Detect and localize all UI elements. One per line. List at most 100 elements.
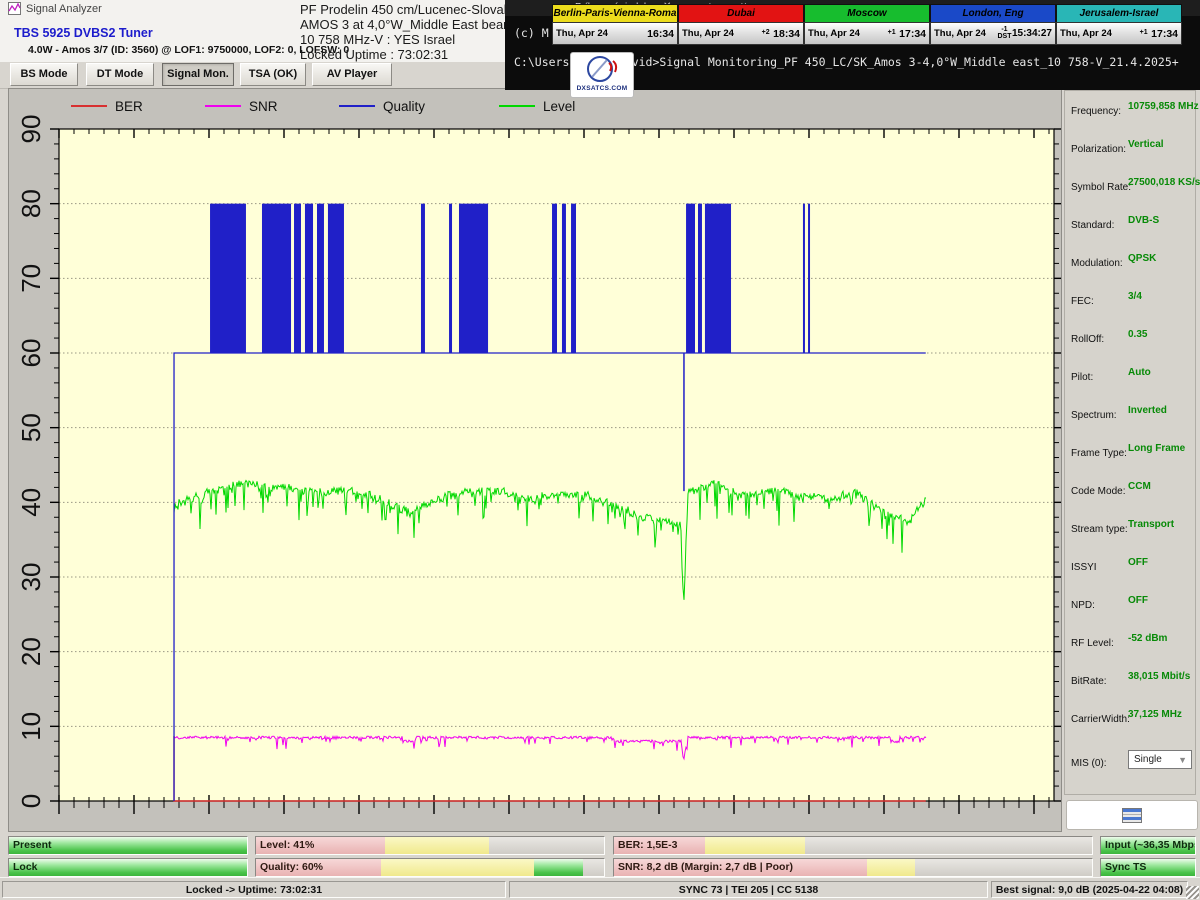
clock-city-label: Dubai [678, 4, 804, 23]
clock-moscow: Moscow Thu, Apr 24 +1 17:34 [804, 4, 930, 45]
param-label: RollOff: [1071, 334, 1104, 345]
clock-city-label: Jerusalem-Israel [1056, 4, 1182, 23]
param-label: BitRate: [1071, 676, 1107, 687]
terminal-copyright-line: (c) M [514, 26, 549, 40]
resize-grip-icon[interactable] [1186, 886, 1199, 899]
quality-high-block [686, 204, 695, 353]
svg-text:40: 40 [16, 488, 46, 517]
param-value: DVB-S [1128, 215, 1159, 226]
param-value: OFF [1128, 595, 1148, 606]
quality-high-block [459, 204, 488, 353]
quality-meter: Quality: 60% [255, 858, 605, 877]
quality-high-block [317, 204, 324, 353]
input-rate-indicator: Input (~36,35 Mbps) [1100, 836, 1196, 855]
panel-action-button[interactable] [1066, 800, 1198, 830]
param-label: Symbol Rate: [1071, 182, 1131, 193]
svg-text:50: 50 [16, 413, 46, 442]
feed-line: 10 758 MHz-V : YES Israel [300, 32, 505, 47]
meter-label: Level: 41% [260, 839, 314, 851]
feed-line: Locked Uptime : 73:02:31 [300, 47, 505, 62]
param-value: Long Frame [1128, 443, 1185, 454]
parameters-panel: Frequency:10759,858 MHz Polarization:Ver… [1064, 90, 1196, 795]
app-icon [8, 2, 21, 15]
clock-offset [632, 30, 647, 37]
param-label: Modulation: [1071, 258, 1123, 269]
svg-text:80: 80 [16, 189, 46, 218]
quality-high-block [294, 204, 301, 353]
meter-label: Quality: 60% [260, 861, 323, 873]
param-value: CCM [1128, 481, 1151, 492]
svg-text:Quality: Quality [383, 99, 425, 114]
tab-dt-mode[interactable]: DT Mode [86, 63, 154, 86]
param-value: QPSK [1128, 253, 1156, 264]
param-label: Stream type: [1071, 524, 1128, 535]
sync-ts-indicator: Sync TS [1100, 858, 1196, 877]
quality-high-block [305, 204, 313, 353]
clock-date: Thu, Apr 24 [553, 28, 608, 39]
param-label: Spectrum: [1071, 410, 1117, 421]
clock-time: 17:34 [1151, 28, 1181, 40]
clock-offset: -1DST [997, 27, 1012, 40]
clock-time: 17:34 [899, 28, 929, 40]
lock-indicator: Lock [8, 858, 248, 877]
clock-city-label: London, Eng [930, 4, 1056, 23]
quality-high-block [210, 204, 246, 353]
quality-high-block [421, 204, 425, 353]
param-label: NPD: [1071, 600, 1095, 611]
meter-label: Lock [13, 861, 38, 873]
app-top-strip: Signal Analyzer TBS 5925 DVBS2 Tuner 4.0… [0, 0, 505, 62]
param-value: Auto [1128, 367, 1151, 378]
clock-time: 16:34 [647, 28, 677, 40]
svg-text:0: 0 [16, 794, 46, 808]
param-label: RF Level: [1071, 638, 1114, 649]
svg-text:60: 60 [16, 339, 46, 368]
quality-high-block [808, 204, 810, 353]
tab-signal-mon[interactable]: Signal Mon. [162, 63, 234, 86]
param-value: 10759,858 MHz [1128, 101, 1199, 112]
tab-bs-mode[interactable]: BS Mode [10, 63, 78, 86]
snr-meter: SNR: 8,2 dB (Margin: 2,7 dB | Poor) [613, 858, 1093, 877]
param-value: 3/4 [1128, 291, 1142, 302]
quality-high-block [705, 204, 731, 353]
param-label: Pilot: [1071, 372, 1093, 383]
satellite-dish-icon [585, 53, 619, 85]
clock-city-label: Berlin-Paris-Vienna-Roma [552, 4, 678, 23]
app-title-row: Signal Analyzer [8, 2, 102, 15]
mis-label: MIS (0): [1071, 758, 1107, 769]
feed-line: PF Prodelin 450 cm/Lucenec-Slovakia [300, 2, 505, 17]
clock-offset: +1 [1136, 30, 1151, 37]
clock-offset: +1 [884, 30, 899, 37]
mis-select[interactable]: Single ▼ [1128, 750, 1192, 769]
param-label: CarrierWidth: [1071, 714, 1130, 725]
param-value: 37,125 MHz [1128, 709, 1182, 720]
svg-text:SNR: SNR [249, 99, 278, 114]
clock-london: London, Eng Thu, Apr 24 -1DST 15:34:27 [930, 4, 1056, 45]
quality-high-block [262, 204, 291, 353]
tab-tsa[interactable]: TSA (OK) [240, 63, 306, 86]
tab-av-player[interactable]: AV Player [312, 63, 392, 86]
param-value: -52 dBm [1128, 633, 1167, 644]
clock-city-label: Moscow [804, 4, 930, 23]
clock-date: Thu, Apr 24 [931, 28, 986, 39]
clock-dubai: Dubai Thu, Apr 24 +2 18:34 [678, 4, 804, 45]
param-value: 0.35 [1128, 329, 1147, 340]
status-sync-counters: SYNC 73 | TEI 205 | CC 5138 [509, 881, 988, 898]
param-value: Inverted [1128, 405, 1167, 416]
meter-label: Present [13, 839, 52, 851]
svg-text:70: 70 [16, 264, 46, 293]
svg-text:10: 10 [16, 712, 46, 741]
svg-text:20: 20 [16, 637, 46, 666]
clock-date: Thu, Apr 24 [805, 28, 860, 39]
svg-text:BER: BER [115, 99, 143, 114]
param-label: Frequency: [1071, 106, 1121, 117]
svg-text:90: 90 [16, 115, 46, 144]
quality-high-block [552, 204, 557, 353]
tab-bar: BS Mode DT Mode Signal Mon. TSA (OK) AV … [0, 62, 505, 89]
quality-high-block [562, 204, 566, 353]
svg-text:30: 30 [16, 563, 46, 592]
save-icon [1122, 808, 1142, 823]
signal-chart-svg: 0102030405060708090BERSNRQualityLevel [9, 89, 1061, 831]
meter-label: BER: 1,5E-3 [618, 839, 678, 851]
clock-offset: +2 [758, 30, 773, 37]
clock-date: Thu, Apr 24 [679, 28, 734, 39]
